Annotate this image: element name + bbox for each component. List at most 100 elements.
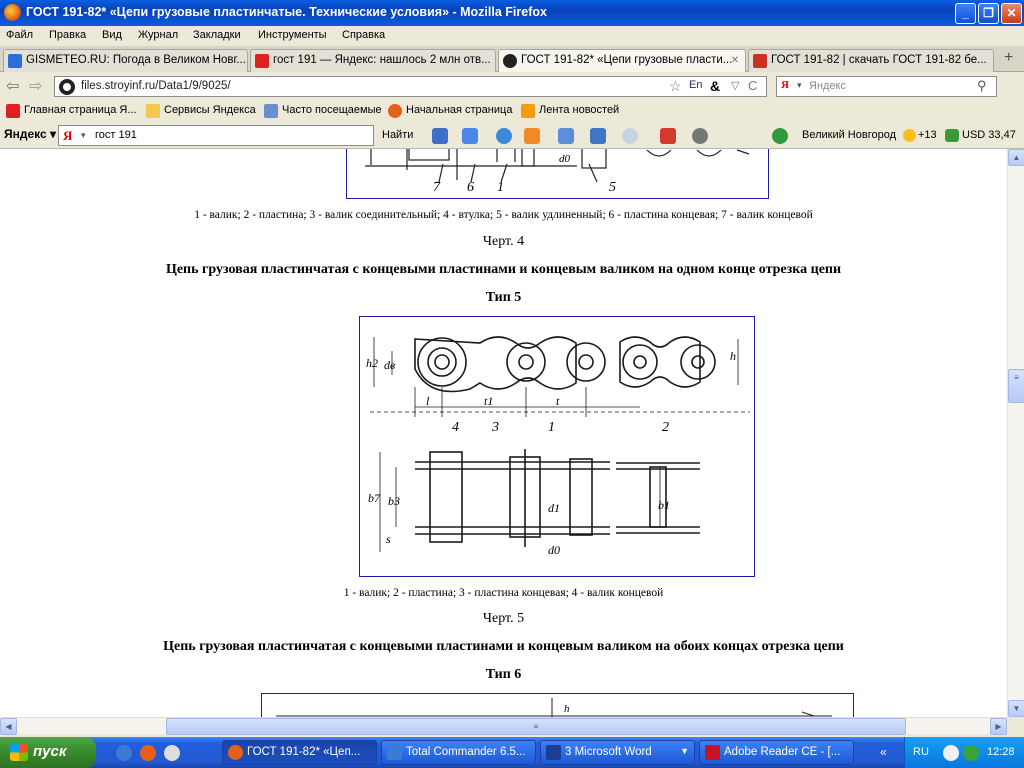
fig5-label-t1: t1 <box>484 394 493 408</box>
site-identity-icon[interactable] <box>59 79 75 95</box>
language-indicator[interactable]: RU <box>913 746 929 758</box>
reload-icon[interactable]: C <box>748 78 757 93</box>
tab-bar: GISMETEO.RU: Погода в Великом Новг... го… <box>0 46 1024 73</box>
gear-icon[interactable] <box>692 128 708 144</box>
fig6-label-h: h <box>564 703 570 715</box>
find-button[interactable]: Найти <box>382 129 413 141</box>
menu-file[interactable]: Файл <box>6 29 33 41</box>
start-button[interactable]: пуск <box>0 737 96 768</box>
tab-gismeteo[interactable]: GISMETEO.RU: Погода в Великом Новг... <box>3 49 248 72</box>
menu-view[interactable]: Вид <box>102 29 122 41</box>
heading-type-5: Цепь грузовая пластинчатая с концевыми п… <box>165 262 842 277</box>
ie-icon[interactable] <box>116 745 132 761</box>
forward-icon[interactable]: ⇨ <box>29 76 42 96</box>
tab-label: гост 191 — Яндекс: нашлось 2 млн отв... <box>273 54 491 66</box>
close-tab-icon[interactable]: ✕ <box>729 55 741 67</box>
system-tray: RU 12:28 <box>904 737 1024 768</box>
search-bar[interactable]: Я ▾ Яндекс ⚲ <box>776 76 997 97</box>
fig5-label-d0: d0 <box>548 543 560 557</box>
figure-4-drawing: 7 6 1 5 d0 <box>365 149 750 195</box>
vk-icon[interactable] <box>432 128 448 144</box>
firefox-quicklaunch-icon[interactable] <box>140 745 156 761</box>
figure-5: h2 dв h l t1 t 4 3 1 2 b7 b3 s b1 d1 d0 <box>359 316 755 577</box>
fig5-label-3: 3 <box>491 420 499 435</box>
usd-rate[interactable]: USD 33,47 <box>962 129 1016 141</box>
sun-icon <box>903 129 916 142</box>
figure-6: h <box>261 693 854 717</box>
vertical-scrollbar[interactable]: ▲ ≡ ▼ <box>1007 149 1024 717</box>
fig4-label-7: 7 <box>433 180 441 195</box>
yandex-logo[interactable]: Яндекс ▾ <box>4 127 56 141</box>
bookmark-most-visited[interactable]: Часто посещаемые <box>264 104 382 118</box>
menu-help[interactable]: Справка <box>342 29 385 41</box>
yandex-search-input[interactable]: Я ▾ гост 191 <box>58 125 374 146</box>
translate-icon[interactable]: En <box>689 79 702 91</box>
firefox-icon <box>228 745 243 760</box>
firefox-icon <box>388 104 402 118</box>
navigation-bar: ⇦ ⇨ files.stroyinf.ru/Data1/9/9025/ ☆ En… <box>0 72 1024 100</box>
network-icon[interactable] <box>943 745 959 761</box>
minimize-button[interactable]: _ <box>955 3 976 24</box>
close-button[interactable]: ✕ <box>1001 3 1022 24</box>
stroyinf-icon <box>503 54 517 68</box>
back-icon[interactable]: ⇦ <box>6 76 19 96</box>
clock[interactable]: 12:28 <box>987 746 1015 758</box>
security-icon[interactable] <box>963 745 979 761</box>
taskbar: пуск ГОСТ 191-82* «Цеп... Total Commande… <box>0 737 1024 768</box>
books-icon[interactable] <box>660 128 676 144</box>
temperature[interactable]: +13 <box>918 129 937 141</box>
tray-chevron-icon[interactable]: « <box>880 745 887 759</box>
scroll-left-button[interactable]: ◀ <box>0 718 17 735</box>
heading-type-6: Цепь грузовая пластинчатая с концевыми п… <box>163 639 844 654</box>
bookmark-yandex-services[interactable]: Сервисы Яндекса <box>146 104 256 118</box>
caption-figure-4: 1 - валик; 2 - пластина; 3 - валик соеди… <box>194 209 813 221</box>
restore-button[interactable]: ❐ <box>978 3 999 24</box>
tab-gost-download[interactable]: ГОСТ 191-82 | скачать ГОСТ 191-82 бе... <box>748 49 994 72</box>
menu-history[interactable]: Журнал <box>138 29 178 41</box>
scroll-up-button[interactable]: ▲ <box>1008 149 1024 166</box>
translate-icon[interactable] <box>558 128 574 144</box>
word-icon <box>546 745 561 760</box>
comment-icon[interactable] <box>622 128 638 144</box>
mail-icon[interactable] <box>462 128 478 144</box>
tab-yandex-search[interactable]: гост 191 — Яндекс: нашлось 2 млн отв... <box>250 49 496 72</box>
title-bar: ГОСТ 191-82* «Цепи грузовые пластинчатые… <box>0 0 1024 26</box>
yandex-search-icon[interactable]: Я <box>781 79 789 91</box>
firefox-icon <box>4 4 21 21</box>
market-icon[interactable] <box>524 128 540 144</box>
bookmark-start-page[interactable]: Начальная страница <box>388 104 512 118</box>
star-icon[interactable]: ☆ <box>669 78 682 95</box>
gismeteo-icon <box>8 54 22 68</box>
menu-edit[interactable]: Правка <box>49 29 86 41</box>
scroll-down-button[interactable]: ▼ <box>1008 700 1024 717</box>
fig4-label-5: 5 <box>609 180 616 195</box>
bookmarks-bar: Главная страница Я... Сервисы Яндекса Ча… <box>0 100 1024 122</box>
chevron-down-icon[interactable]: ▾ <box>81 130 86 141</box>
menu-bookmarks[interactable]: Закладки <box>193 29 241 41</box>
yaru-icon[interactable] <box>496 128 512 144</box>
dropdown-icon[interactable]: ▽ <box>731 79 739 92</box>
dictionary-icon[interactable] <box>590 128 606 144</box>
bookmark-news-feed[interactable]: Лента новостей <box>521 104 619 118</box>
engine-dropdown-icon[interactable]: ▾ <box>797 80 802 91</box>
horizontal-scrollbar[interactable]: ◀ ≡ ▶ <box>0 717 1007 735</box>
task-adobe-reader[interactable]: Adobe Reader CE - [... <box>699 740 854 765</box>
task-firefox[interactable]: ГОСТ 191-82* «Цеп... <box>222 740 377 765</box>
fig4-label-6: 6 <box>467 180 474 195</box>
horizontal-scroll-thumb[interactable]: ≡ <box>166 718 906 735</box>
menu-tools[interactable]: Инструменты <box>258 29 327 41</box>
ampersand-icon[interactable]: & <box>710 78 720 94</box>
caption-figure-5: 1 - валик; 2 - пластина; 3 - пластина ко… <box>343 587 664 599</box>
fig5-label-4: 4 <box>452 420 459 435</box>
vertical-scroll-thumb[interactable]: ≡ <box>1008 369 1024 403</box>
new-tab-button[interactable]: + <box>1004 49 1013 67</box>
search-icon[interactable]: ⚲ <box>977 78 987 94</box>
task-microsoft-word[interactable]: 3 Microsoft Word ▼ <box>540 740 695 765</box>
url-bar[interactable]: files.stroyinf.ru/Data1/9/9025/ ☆ En & ▽… <box>54 76 767 97</box>
scroll-right-button[interactable]: ▶ <box>990 718 1007 735</box>
tab-gost-active[interactable]: ГОСТ 191-82* «Цепи грузовые пласти... ✕ <box>498 49 746 73</box>
bookmark-yandex-home[interactable]: Главная страница Я... <box>6 104 137 118</box>
city-name[interactable]: Великий Новгород <box>802 129 896 141</box>
media-player-icon[interactable] <box>164 745 180 761</box>
task-total-commander[interactable]: Total Commander 6.5... <box>381 740 536 765</box>
